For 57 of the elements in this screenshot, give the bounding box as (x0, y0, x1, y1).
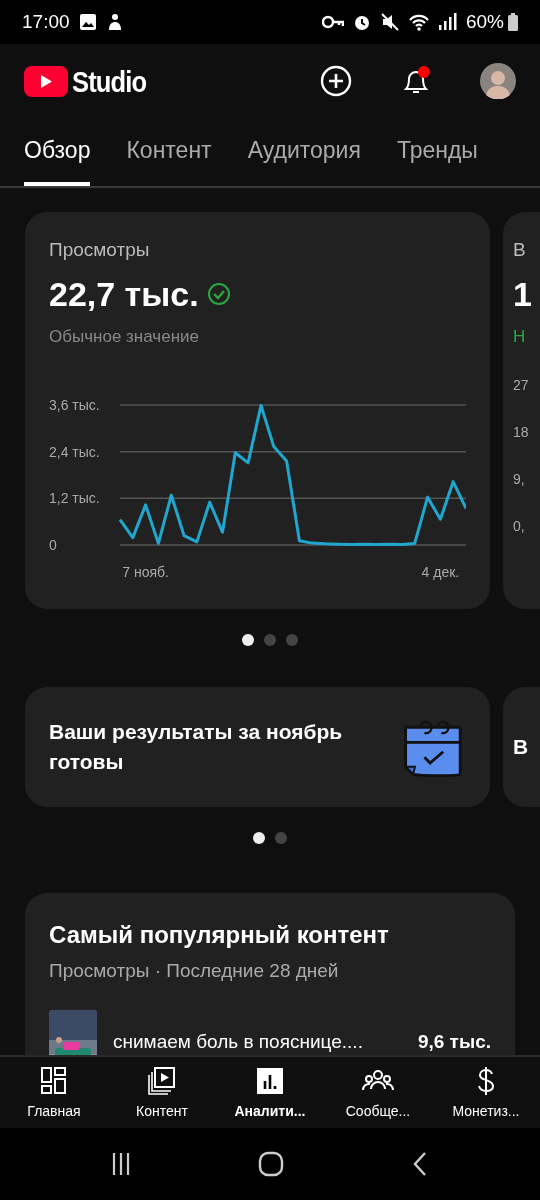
battery-percent: 60% (465, 9, 504, 34)
y-tick-label: 27 (513, 376, 530, 395)
battery-icon (508, 13, 518, 31)
page-dot[interactable] (286, 634, 298, 646)
promo-text: В (513, 734, 529, 761)
promo-text: Ваши результаты за ноябрь готовы (49, 718, 344, 775)
y-tick-label: 0, (513, 517, 526, 536)
metric-card[interactable]: В 1 Н 27 18 9, 0, (503, 212, 540, 609)
metric-value: 22,7 тыс. (49, 273, 199, 315)
nav-item[interactable]: Контент (108, 1057, 216, 1128)
nav-item[interactable]: Главная (0, 1057, 108, 1128)
x-tick-label: 7 нояб. (122, 564, 169, 580)
content-title: снимаем боль в пояснице.... (113, 1030, 364, 1055)
tab[interactable]: Тренды (396, 118, 478, 186)
page-dot[interactable] (253, 832, 265, 844)
logo-text: Studio (72, 63, 147, 100)
tab[interactable]: Обзор (24, 118, 91, 186)
metric-note: Н (513, 325, 527, 348)
metric-card[interactable]: Просмотры 22,7 тыс. Обычное значение 3,6 тыс. 2,4 тыс. 1,2 тыс. 0 7 нояб. 4 дек. (25, 212, 490, 609)
signal-icon (437, 12, 458, 32)
home-icon[interactable] (258, 1151, 284, 1177)
avatar[interactable] (480, 63, 516, 99)
tab[interactable]: Контент (126, 118, 212, 186)
clock: 17:00 (22, 9, 70, 34)
metric-value: 1 (513, 273, 533, 315)
promo-card[interactable]: В (503, 687, 540, 807)
check-icon (206, 282, 231, 306)
create-button[interactable] (320, 65, 352, 97)
page-dot[interactable] (264, 634, 276, 646)
y-tick-label: 18 (513, 423, 530, 442)
mute-icon (379, 12, 400, 32)
x-tick-label: 4 дек. (421, 564, 460, 580)
metric-note: Обычное значение (49, 325, 200, 348)
page-dot[interactable] (242, 634, 254, 646)
nav-item[interactable]: Сообще... (324, 1057, 432, 1128)
y-tick-label: 3,6 тыс. (49, 397, 100, 413)
view-count: 9,6 тыс. (417, 1030, 491, 1055)
tab[interactable]: Аудитория (247, 118, 361, 186)
section-title: Самый популярный контент (49, 920, 390, 950)
add-icon (320, 65, 352, 97)
section-subtitle: Просмотры · Последние 28 дней (49, 959, 340, 983)
bar-chart-icon (254, 1065, 286, 1097)
wifi-icon (407, 12, 430, 32)
video-library-icon (146, 1065, 178, 1097)
y-tick-label: 2,4 тыс. (49, 443, 100, 460)
metric-title: В (513, 238, 527, 262)
y-tick-label: 9, (513, 470, 526, 489)
metric-title: Просмотры (49, 238, 151, 262)
gallery-icon (77, 12, 98, 32)
nav-item[interactable]: Аналити... (216, 1057, 324, 1128)
play-logo-icon (24, 65, 68, 97)
y-tick-label: 0 (49, 537, 57, 553)
page-dot[interactable] (275, 832, 287, 844)
promo-card[interactable]: Ваши результаты за ноябрь готовы (25, 687, 490, 807)
nav-item[interactable]: Монетиз... (432, 1057, 540, 1128)
y-tick-label: 1,2 тыс. (49, 490, 100, 507)
recents-icon[interactable] (111, 1151, 132, 1177)
